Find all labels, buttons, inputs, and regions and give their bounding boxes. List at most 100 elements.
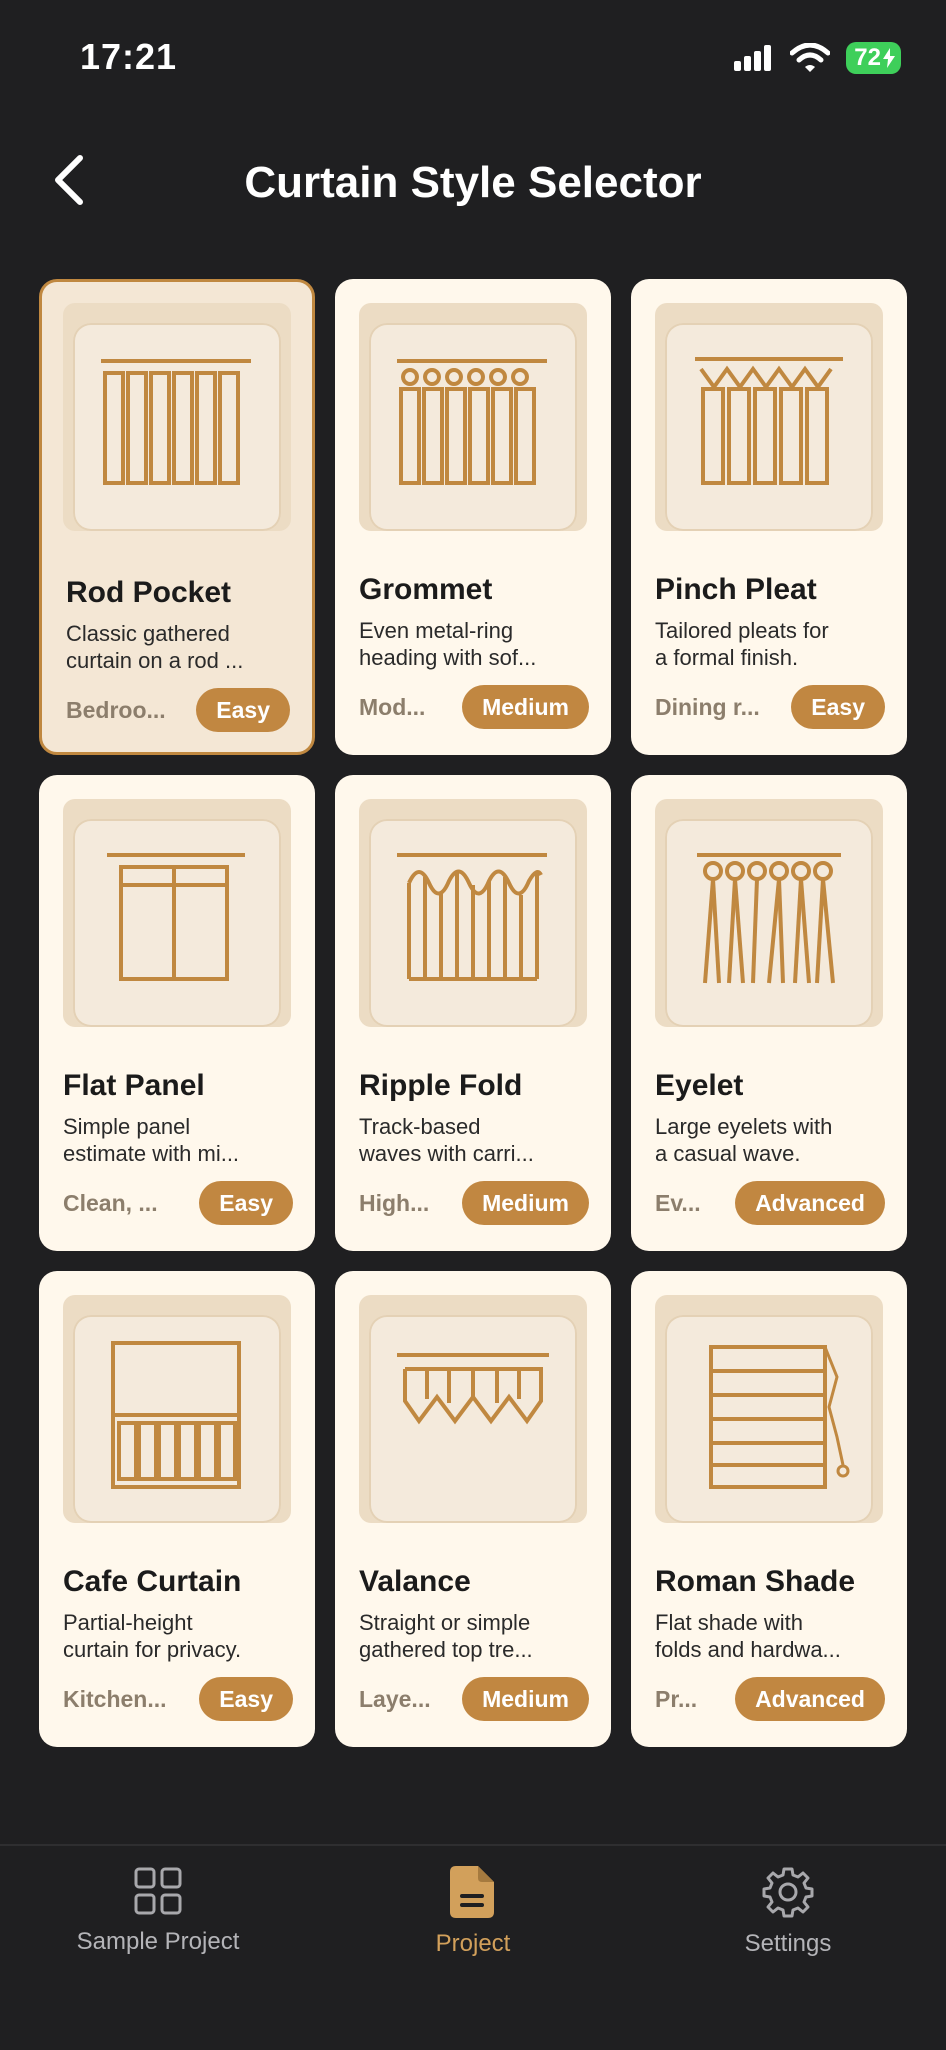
- card-title: Cafe Curtain: [63, 1565, 242, 1598]
- valance-icon: [397, 1353, 549, 1425]
- card-title: Grommet: [359, 573, 493, 606]
- card-description-line: curtain on a rod ...: [66, 648, 244, 673]
- card-tag: Laye...: [359, 1685, 431, 1712]
- card-title: Roman Shade: [655, 1565, 856, 1598]
- pinch-pleat-icon: [695, 357, 843, 485]
- status-time: 17:21: [80, 36, 178, 77]
- flat-panel-icon: [107, 853, 245, 981]
- status-bar: 17:21 72: [0, 0, 946, 120]
- difficulty-badge: Medium: [462, 1677, 589, 1721]
- style-card-eyelet[interactable]: Eyelet Large eyelets with a casual wave.…: [631, 775, 907, 1251]
- card-tag: Dining r...: [655, 693, 760, 720]
- style-card-grommet[interactable]: Grommet Even metal-ring heading with sof…: [335, 279, 611, 755]
- difficulty-badge: Easy: [199, 1181, 293, 1225]
- card-footer: Bedroo... Easy: [66, 688, 290, 732]
- grid-icon: [134, 1867, 182, 1915]
- battery-indicator: 72: [846, 42, 901, 74]
- style-card-flat-panel[interactable]: Flat Panel Simple panel estimate with mi…: [39, 775, 315, 1251]
- wifi-icon: [790, 43, 831, 72]
- tab-sample-project[interactable]: Sample Project: [8, 1866, 308, 1986]
- card-description: Large eyelets with a casual wave.: [655, 1113, 887, 1167]
- style-thumbnail: [359, 303, 587, 531]
- card-title: Ripple Fold: [359, 1069, 523, 1102]
- card-description-line: a formal finish.: [655, 645, 799, 670]
- card-tag: Pr...: [655, 1685, 698, 1712]
- style-thumbnail: [655, 303, 883, 531]
- card-description: Straight or simple gathered top tre...: [359, 1609, 591, 1663]
- card-description: Classic gathered curtain on a rod ...: [66, 620, 298, 674]
- style-thumbnail: [655, 1295, 883, 1523]
- tab-settings[interactable]: Settings: [638, 1866, 938, 1986]
- difficulty-badge: Medium: [462, 1181, 589, 1225]
- status-icons: 72: [734, 42, 901, 74]
- card-description-line: Partial-height: [63, 1610, 193, 1635]
- style-card-rod-pocket[interactable]: Rod Pocket Classic gathered curtain on a…: [39, 279, 315, 755]
- card-description-line: gathered top tre...: [359, 1637, 533, 1662]
- card-description: Track-based waves with carri...: [359, 1113, 591, 1167]
- card-description-line: estimate with mi...: [63, 1141, 240, 1166]
- card-description: Tailored pleats for a formal finish.: [655, 617, 887, 671]
- tab-label: Project: [435, 1930, 511, 1957]
- card-description-line: a casual wave.: [655, 1141, 801, 1166]
- card-tag: Mod...: [359, 693, 426, 720]
- tab-project[interactable]: Project: [323, 1866, 623, 1986]
- card-description-line: Even metal-ring: [359, 618, 514, 643]
- style-thumbnail: [63, 1295, 291, 1523]
- card-tag: Bedroo...: [66, 696, 166, 723]
- card-description-line: curtain for privacy.: [63, 1637, 242, 1662]
- style-thumbnail: [359, 799, 587, 1027]
- difficulty-badge: Easy: [791, 685, 885, 729]
- difficulty-badge: Easy: [196, 688, 290, 732]
- card-title: Rod Pocket: [66, 576, 232, 609]
- gear-icon: [762, 1867, 814, 1918]
- style-thumbnail: [63, 303, 291, 531]
- card-description-line: heading with sof...: [359, 645, 537, 670]
- card-footer: Kitchen... Easy: [63, 1677, 293, 1721]
- style-thumbnail: [359, 1295, 587, 1523]
- card-description: Simple panel estimate with mi...: [63, 1113, 295, 1167]
- card-footer: Mod... Medium: [359, 685, 589, 729]
- battery-level: 72: [854, 44, 881, 71]
- card-footer: Ev... Advanced: [655, 1181, 885, 1225]
- card-description-line: Classic gathered: [66, 621, 230, 646]
- card-description-line: Track-based: [359, 1114, 481, 1139]
- style-card-valance[interactable]: Valance Straight or simple gathered top …: [335, 1271, 611, 1747]
- card-title: Valance: [359, 1565, 471, 1598]
- card-description-line: folds and hardwa...: [655, 1637, 841, 1662]
- card-description: Flat shade with folds and hardwa...: [655, 1609, 887, 1663]
- card-description-line: Flat shade with: [655, 1610, 803, 1635]
- card-tag: Clean, ...: [63, 1189, 158, 1216]
- charging-bolt-icon: [883, 48, 895, 68]
- document-icon: [450, 1866, 494, 1918]
- card-footer: Laye... Medium: [359, 1677, 589, 1721]
- style-thumbnail: [655, 799, 883, 1027]
- card-tag: Ev...: [655, 1189, 701, 1216]
- card-footer: High... Medium: [359, 1181, 589, 1225]
- ripple-fold-icon: [397, 853, 547, 981]
- rod-pocket-icon: [101, 359, 251, 485]
- style-card-cafe-curtain[interactable]: Cafe Curtain Partial-height curtain for …: [39, 1271, 315, 1747]
- card-tag: High...: [359, 1189, 430, 1216]
- card-description: Partial-height curtain for privacy.: [63, 1609, 295, 1663]
- card-description-line: Simple panel: [63, 1114, 191, 1139]
- style-card-roman-shade[interactable]: Roman Shade Flat shade with folds and ha…: [631, 1271, 907, 1747]
- tab-label: Sample Project: [76, 1928, 240, 1955]
- cafe-curtain-icon: [111, 1341, 241, 1489]
- card-title: Eyelet: [655, 1069, 744, 1102]
- card-footer: Dining r... Easy: [655, 685, 885, 729]
- card-description-line: waves with carri...: [359, 1141, 534, 1166]
- style-card-pinch-pleat[interactable]: Pinch Pleat Tailored pleats for a formal…: [631, 279, 907, 755]
- card-description-line: Large eyelets with: [655, 1114, 833, 1139]
- card-description-line: Tailored pleats for: [655, 618, 829, 643]
- eyelet-icon: [697, 853, 841, 984]
- navigation-header: Curtain Style Selector: [0, 140, 946, 220]
- page-title: Curtain Style Selector: [244, 158, 702, 207]
- card-description: Even metal-ring heading with sof...: [359, 617, 591, 671]
- style-card-ripple-fold[interactable]: Ripple Fold Track-based waves with carri…: [335, 775, 611, 1251]
- tab-label: Settings: [744, 1930, 832, 1957]
- card-footer: Pr... Advanced: [655, 1677, 885, 1721]
- grommet-icon: [397, 359, 547, 485]
- card-title: Flat Panel: [63, 1069, 205, 1102]
- card-description-line: Straight or simple: [359, 1610, 531, 1635]
- difficulty-badge: Advanced: [735, 1181, 885, 1225]
